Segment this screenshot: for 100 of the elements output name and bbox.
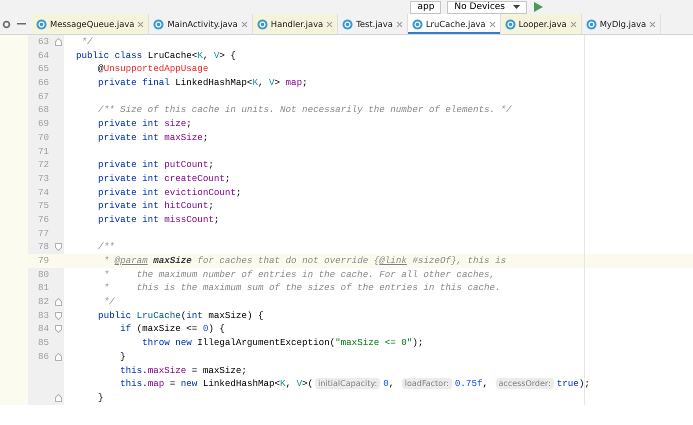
doc-tag: @param xyxy=(114,255,148,266)
fold-icon[interactable] xyxy=(55,243,62,252)
code-text: ( xyxy=(180,310,186,321)
comment: /** Size of this cache in units. Not necessarily the number of elements. */ xyxy=(97,104,512,116)
keyword: int xyxy=(186,310,204,321)
line-number: 63 xyxy=(38,35,50,49)
close-icon[interactable] xyxy=(326,20,334,28)
class-icon xyxy=(504,18,516,30)
code-text: = maxSize; xyxy=(190,364,247,376)
line-number: 70 xyxy=(38,130,50,145)
device-dropdown[interactable]: No Devices xyxy=(447,0,527,14)
code-text: > { xyxy=(219,50,236,61)
field-name: evictionCount xyxy=(164,186,236,198)
code-text: ; xyxy=(224,172,230,184)
run-icon[interactable] xyxy=(533,2,543,12)
close-icon[interactable] xyxy=(570,20,577,28)
code-text: ; xyxy=(208,159,214,170)
fold-icon[interactable] xyxy=(55,298,62,306)
field-name: hitCount xyxy=(164,200,208,212)
comment: * xyxy=(102,255,110,266)
keyword: private int xyxy=(97,159,160,170)
code-text: ; xyxy=(202,132,208,143)
keyword: private int xyxy=(97,214,160,225)
line-number: 75 xyxy=(38,199,50,213)
keyword: throw new xyxy=(141,337,193,348)
keyword: private int xyxy=(97,186,160,198)
code-text: . xyxy=(142,378,148,390)
type-parameter: K xyxy=(280,378,286,390)
fold-icon[interactable] xyxy=(55,325,62,334)
line-number: 67 xyxy=(38,90,50,104)
line-number: 69 xyxy=(38,117,50,131)
line-number: 73 xyxy=(38,172,50,186)
file-tab[interactable]: LruCache.java xyxy=(408,14,501,34)
code-text: . xyxy=(142,364,148,376)
close-icon[interactable] xyxy=(488,20,496,28)
code-text: LinkedHashMap< xyxy=(175,77,252,88)
code-text: } xyxy=(119,350,126,362)
code-text: maxSize) { xyxy=(208,310,264,321)
number-literal: 0 xyxy=(202,323,208,334)
class-icon xyxy=(153,18,164,30)
field-name: putCount xyxy=(164,159,208,170)
run-config-dropdown[interactable]: app xyxy=(410,0,442,14)
field-name: map xyxy=(286,77,302,88)
code-text: , xyxy=(482,378,489,390)
fold-icon[interactable] xyxy=(55,352,62,361)
file-tab[interactable]: MessageQueue.java xyxy=(32,14,150,34)
class-icon xyxy=(342,18,354,30)
annotation: UnsupportedAppUsage xyxy=(104,63,208,74)
comment: * the maximum number of entries in the cache. For all other caches, xyxy=(102,268,496,280)
method-name: LruCache xyxy=(136,310,181,321)
code-text: ); xyxy=(412,337,424,348)
file-tab[interactable]: Test.java xyxy=(338,14,408,34)
doc-tag: @link xyxy=(379,255,407,266)
doc-param: maxSize xyxy=(152,255,192,266)
code-text: ; xyxy=(214,214,220,225)
line-number: 86 xyxy=(38,350,50,364)
type-parameter: V xyxy=(269,77,275,88)
field-name: map xyxy=(148,378,164,390)
number-literal: 0.75f xyxy=(454,378,482,390)
file-tab[interactable]: MainActivity.java xyxy=(149,14,253,34)
line-number: 74 xyxy=(38,186,50,200)
keyword: if xyxy=(119,323,132,334)
close-icon[interactable] xyxy=(240,20,248,28)
close-icon[interactable] xyxy=(396,20,403,28)
fold-icon[interactable] xyxy=(55,38,62,46)
code-text: (maxSize <= xyxy=(136,323,198,334)
settings-icon[interactable] xyxy=(2,20,11,28)
file-tab[interactable]: Handler.java xyxy=(252,14,338,34)
line-number: 78 xyxy=(38,240,50,254)
field-name: missCount xyxy=(164,214,214,225)
code-text: IllegalArgumentException( xyxy=(197,337,336,348)
code-text: = xyxy=(168,378,176,390)
parameter-hint: loadFactor: xyxy=(402,378,452,390)
code-text: @ xyxy=(97,63,104,74)
fold-icon[interactable] xyxy=(55,394,62,402)
code-text: >( xyxy=(302,378,314,390)
class-icon xyxy=(586,18,597,30)
field-name: size xyxy=(164,118,186,130)
fold-icon[interactable] xyxy=(55,312,62,320)
file-tab[interactable]: Looper.java xyxy=(500,14,582,34)
code-text: , xyxy=(286,378,292,390)
keyword: public class xyxy=(76,50,144,61)
code-text: LruCache< xyxy=(148,50,198,61)
class-icon xyxy=(36,18,47,30)
class-icon xyxy=(412,18,423,30)
close-icon[interactable] xyxy=(137,20,144,28)
line-number: 85 xyxy=(38,336,50,350)
minimize-icon[interactable] xyxy=(17,23,26,25)
keyword: this xyxy=(119,364,142,376)
line-number: 76 xyxy=(38,212,50,227)
line-number: 66 xyxy=(38,76,50,90)
line-number: 77 xyxy=(38,226,50,240)
class-icon xyxy=(256,18,268,30)
line-number: 82 xyxy=(38,295,50,309)
keyword: this xyxy=(119,378,142,390)
file-tab[interactable]: MyDlg.java xyxy=(582,14,662,34)
keyword: private int xyxy=(97,118,160,130)
keyword: private int xyxy=(97,132,160,143)
close-icon[interactable] xyxy=(649,20,656,28)
line-number: 79 xyxy=(38,254,50,268)
